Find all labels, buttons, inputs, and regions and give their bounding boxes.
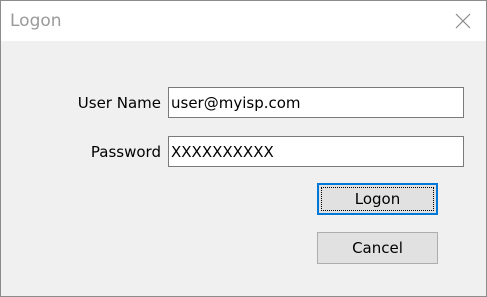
cancel-button[interactable]: Cancel (317, 232, 438, 264)
username-field[interactable] (168, 87, 464, 118)
password-field[interactable] (168, 136, 464, 167)
cancel-button-label: Cancel (352, 239, 403, 257)
title-bar[interactable]: Logon (1, 1, 486, 41)
logon-button[interactable]: Logon (317, 183, 438, 215)
logon-dialog: Logon User Name Password Logon Cancel (0, 0, 487, 297)
username-label: User Name (77, 94, 161, 112)
logon-button-label: Logon (354, 190, 401, 208)
window-title: Logon (10, 11, 62, 31)
password-label: Password (90, 143, 161, 161)
close-icon (455, 13, 471, 29)
close-button[interactable] (440, 1, 486, 41)
